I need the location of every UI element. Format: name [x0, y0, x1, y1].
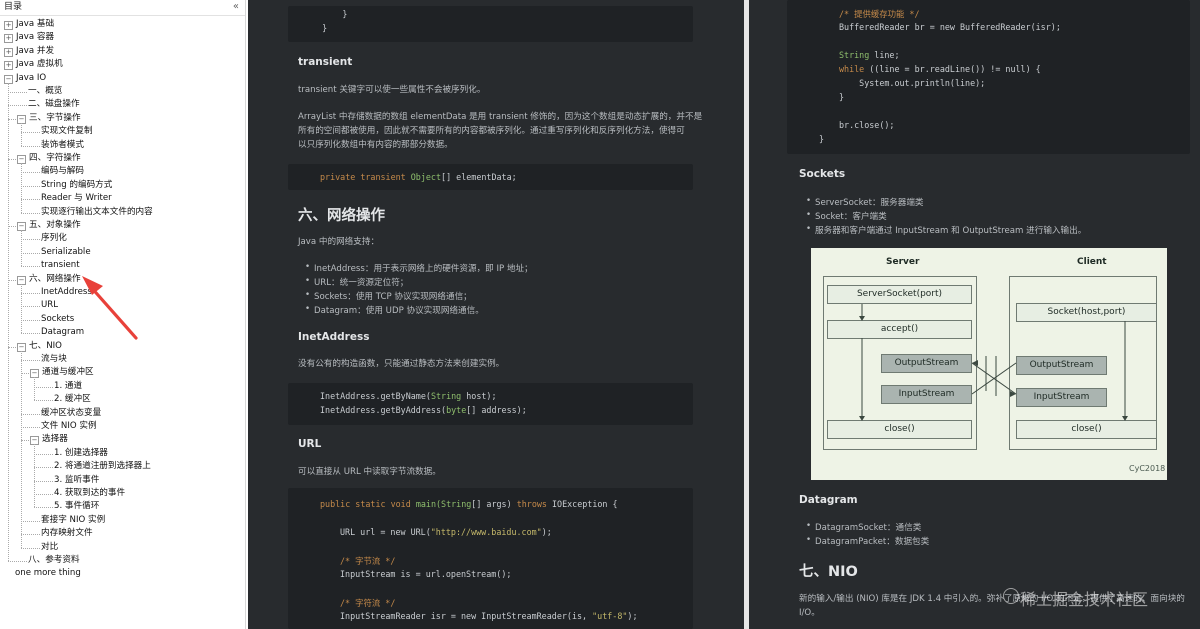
code-block-transient: private transient Object[] elementData;	[288, 164, 693, 190]
list-item: DatagramSocket：通信类	[806, 521, 921, 533]
arrow-shaft	[88, 284, 138, 340]
code-block-url: public static void main(String[] args) t…	[288, 488, 693, 629]
code-line: while ((line = br.readLine()) != null) {	[839, 64, 1041, 74]
diagram-connectors	[859, 304, 1128, 421]
heading-url: URL	[298, 438, 322, 450]
list-item: Datagram：使用 UDP 协议实现网络通信。	[305, 304, 484, 316]
code-line: br.close();	[839, 120, 895, 130]
code-comment: /* 提供缓存功能 */	[839, 9, 920, 19]
list-item: ServerSocket：服务器端类	[806, 196, 923, 208]
code-line: }	[302, 9, 348, 19]
heading-network: 六、网络操作	[298, 208, 385, 224]
paragraph: 可以直接从 URL 中读取字节流数据。	[298, 467, 441, 477]
paragraph: transient 关键字可以使一些属性不会被序列化。	[298, 85, 486, 95]
paragraph: I/O。	[799, 608, 820, 618]
code-line: InetAddress.getByName(String host);	[320, 391, 497, 401]
heading-transient: transient	[298, 56, 353, 68]
code-line: InputStream is = url.openStream();	[340, 569, 512, 579]
code-line: InetAddress.getByAddress(byte[] address)…	[320, 405, 527, 415]
list-item: InetAddress：用于表示网络上的硬件资源，即 IP 地址；	[305, 262, 533, 274]
list-item: Sockets：使用 TCP 协议实现网络通信；	[305, 290, 472, 302]
code-line: InputStreamReader isr = new InputStreamR…	[340, 611, 638, 621]
code-line: }	[819, 134, 825, 144]
heading-sockets: Sockets	[799, 168, 846, 180]
heading-datagram: Datagram	[799, 494, 858, 506]
watermark: 稀土掘金技术社区	[1020, 590, 1149, 609]
code-comment: /* 字节流 */	[340, 556, 396, 566]
red-arrow-annotation	[82, 276, 138, 340]
arrow-head	[82, 276, 103, 295]
paragraph: ArrayList 中存储数据的数组 elementData 是用 transi…	[298, 112, 703, 122]
code-line: String line;	[839, 50, 900, 60]
paragraph: Java 中的网络支持：	[298, 237, 380, 247]
list-item: URL：统一资源定位符；	[305, 276, 408, 288]
diagram-credit: CyC2018	[1129, 464, 1166, 473]
code-line: private transient Object[] elementData;	[320, 172, 517, 182]
juejin-logo-icon	[1003, 588, 1019, 604]
code-block-top: } }	[288, 6, 693, 42]
list-item: 服务器和客户端通过 InputStream 和 OutputStream 进行输…	[806, 224, 1086, 236]
list-item: Socket：客户端类	[806, 210, 887, 222]
code-line: }	[839, 92, 845, 102]
paragraph: 所有的空间都被使用，因此就不需要所有的内容都被序列化。通过重写序列化和反序列化方…	[298, 126, 685, 136]
code-line: }	[302, 23, 328, 33]
code-line: public static void main(String[] args) t…	[320, 499, 618, 509]
paragraph: 没有公有的构造函数，只能通过静态方法来创建实例。	[298, 359, 505, 369]
heading-nio: 七、NIO	[799, 564, 858, 580]
code-block-buffered: /* 提供缓存功能 */ BufferedReader br = new Buf…	[787, 0, 1190, 154]
code-block-inetaddress: InetAddress.getByName(String host); Inet…	[288, 383, 693, 425]
heading-inetaddress: InetAddress	[298, 331, 370, 343]
socket-diagram: Server Client ServerSocket(port) accept(…	[811, 248, 1167, 480]
code-comment: /* 字符流 */	[340, 598, 396, 608]
list-item: DatagramPacket：数据包类	[806, 535, 929, 547]
code-line: System.out.println(line);	[839, 78, 986, 88]
code-line: URL url = new URL("http://www.baidu.com"…	[340, 527, 552, 537]
toc-sidebar: 目录 « + Java 基础 + Java 容器 + Java 并发 + Java 虚拟机 − J…	[0, 0, 246, 629]
code-line: BufferedReader br = new BufferedReader(i…	[839, 22, 1061, 32]
article-panel-left: } } transient transient 关键字可以使一些属性不会被序列化…	[248, 0, 744, 629]
article-panel-right: /* 提供缓存功能 */ BufferedReader br = new Buf…	[749, 0, 1200, 629]
paragraph: 以只序列化数组中有内容的那部分数据。	[298, 140, 453, 150]
